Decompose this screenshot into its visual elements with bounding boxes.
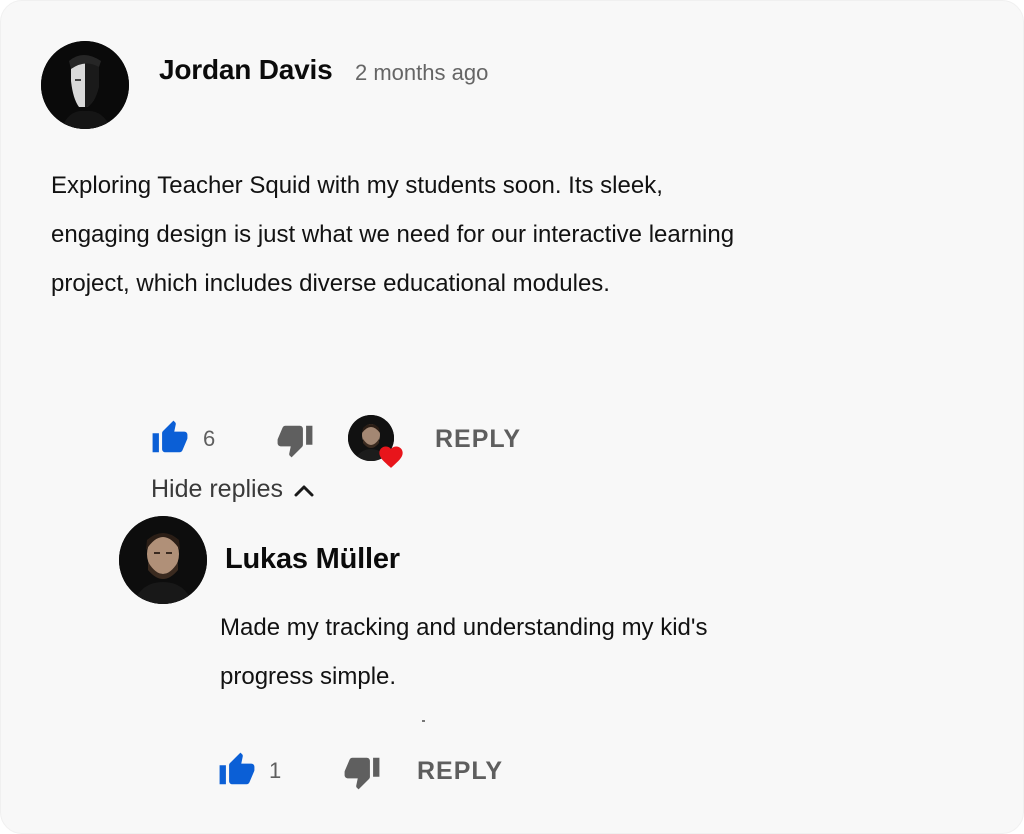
creator-heart-badge — [348, 415, 403, 468]
like-count: 6 — [203, 426, 216, 451]
comment-text-line: Exploring Teacher Squid with my students… — [51, 172, 663, 199]
thumbs-down-icon — [344, 757, 380, 790]
reply-text-line: progress simple. — [220, 663, 397, 690]
like-button[interactable] — [150, 419, 190, 462]
avatar[interactable] — [41, 41, 129, 129]
divider-mark — [422, 720, 425, 722]
comment-timestamp[interactable]: 2 months ago — [355, 60, 488, 86]
reply-button[interactable]: REPLY — [435, 425, 521, 454]
reply-reply-button[interactable]: REPLY — [417, 757, 503, 786]
thumbs-up-icon — [219, 752, 255, 785]
heart-icon — [379, 446, 403, 468]
thumbs-down-icon — [277, 425, 313, 458]
dislike-button[interactable] — [275, 421, 315, 464]
comment-card: Jordan Davis 2 months ago Exploring Teac… — [0, 0, 1024, 834]
hide-replies-label: Hide replies — [151, 475, 284, 503]
chevron-up-icon — [294, 485, 314, 496]
comment-author[interactable]: Jordan Davis — [159, 54, 333, 86]
reply-text-line: Made my tracking and understanding my ki… — [220, 614, 708, 641]
hide-replies-button[interactable]: Hide replies — [151, 475, 315, 504]
comment-text-line: project, which includes diverse educatio… — [51, 270, 610, 297]
reply-avatar[interactable] — [119, 516, 207, 604]
avatar-image — [41, 41, 129, 129]
reply-text: Made my tracking and understanding my ki… — [220, 603, 708, 701]
reply-author[interactable]: Lukas Müller — [225, 543, 400, 576]
reply-dislike-button[interactable] — [342, 753, 382, 796]
comment-text-line: engaging design is just what we need for… — [51, 221, 735, 248]
reply-avatar-image — [119, 516, 207, 604]
thumbs-up-icon — [152, 420, 188, 453]
reply-like-count: 1 — [269, 758, 282, 783]
comment-text: Exploring Teacher Squid with my students… — [51, 161, 734, 308]
reply-like-button[interactable] — [217, 751, 257, 794]
